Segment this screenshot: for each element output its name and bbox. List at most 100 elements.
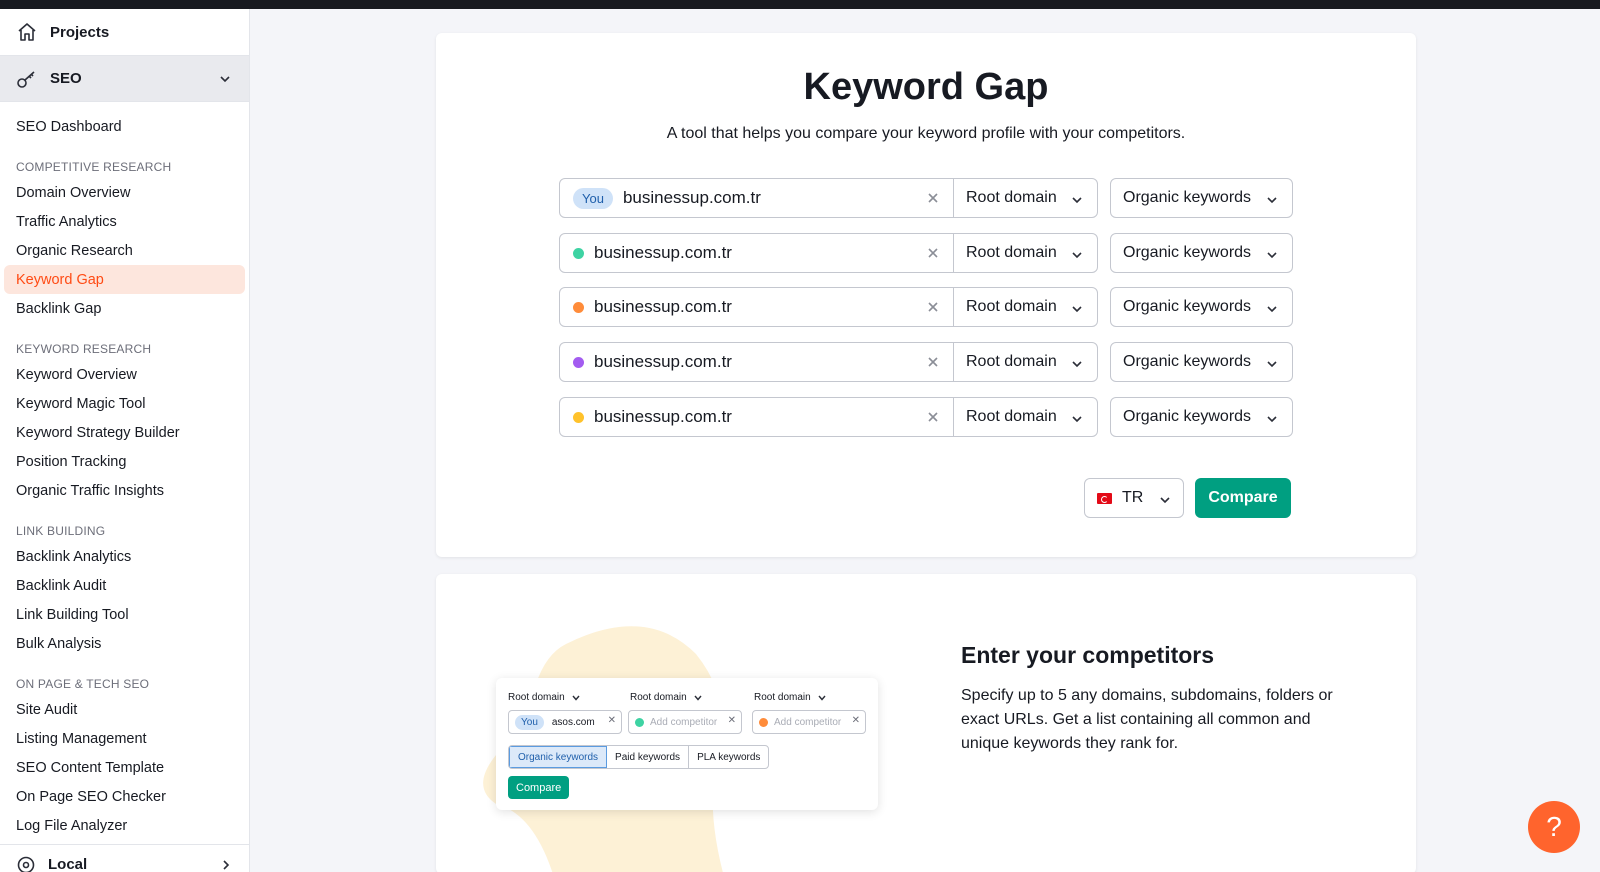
sidebar-item-link-building-tool[interactable]: Link Building Tool	[4, 600, 245, 629]
chevron-down-icon	[1160, 497, 1170, 504]
country-label: TR	[1122, 489, 1144, 506]
you-badge: You	[573, 187, 613, 209]
scope-select[interactable]: Root domain	[953, 398, 1097, 436]
sidebar-item-listing-management[interactable]: Listing Management	[4, 724, 245, 753]
help-button[interactable]: ?	[1528, 801, 1580, 853]
clear-icon[interactable]	[923, 297, 943, 317]
domain-value: businessup.com.tr	[594, 297, 732, 316]
turkey-flag-icon	[1097, 492, 1112, 504]
domain-input[interactable]: businessup.com.tr	[560, 288, 923, 326]
key-icon	[17, 70, 35, 88]
sidebar-item-keyword-magic-tool[interactable]: Keyword Magic Tool	[4, 389, 245, 418]
sidebar-item-projects[interactable]: Projects	[0, 9, 249, 55]
sidebar-item-backlink-gap[interactable]: Backlink Gap	[4, 294, 245, 323]
domain-input[interactable]: businessup.com.tr	[560, 343, 923, 381]
domain-row: businessup.com.tr Root domain Organic keyw…	[559, 287, 1293, 327]
domain-value: businessup.com.tr	[594, 243, 732, 262]
sidebar-item-keyword-overview[interactable]: Keyword Overview	[4, 360, 245, 389]
keyword-type-select[interactable]: Organic keywords	[1110, 287, 1293, 327]
domain-row: businessup.com.tr Root domain Organic keyw…	[559, 342, 1293, 382]
keyword-type-label: Organic keywords	[1123, 353, 1252, 370]
sidebar-item-backlink-audit[interactable]: Backlink Audit	[4, 571, 245, 600]
chevron-down-icon	[1267, 197, 1277, 204]
clear-icon[interactable]	[923, 352, 943, 372]
scope-select[interactable]: Root domain	[953, 179, 1097, 217]
keyword-type-select[interactable]: Organic keywords	[1110, 342, 1293, 382]
chevron-down-icon	[1072, 306, 1082, 313]
keyword-type-label: Organic keywords	[1123, 408, 1252, 425]
mini-competitor-field: Add competitor ✕	[628, 710, 742, 734]
sidebar-item-seo[interactable]: SEO	[0, 55, 249, 102]
keyword-type-select[interactable]: Organic keywords	[1110, 397, 1293, 437]
sidebar-section-title: COMPETITIVE RESEARCH	[16, 159, 172, 174]
scope-label: Root domain	[966, 189, 1057, 206]
info-title: Enter your competitors	[961, 642, 1215, 668]
sidebar-item-local[interactable]: Local	[0, 844, 249, 872]
sidebar-section-title: ON PAGE & TECH SEO	[16, 676, 150, 691]
competitor-dot-icon	[573, 356, 584, 368]
domain-field: businessup.com.tr Root domain	[559, 342, 1098, 382]
sidebar-item-on-page-seo-checker[interactable]: On Page SEO Checker	[4, 782, 245, 811]
mini-compare-button: Compare	[508, 776, 570, 799]
keyword-type-label: Organic keywords	[1123, 189, 1252, 206]
domain-input[interactable]: You businessup.com.tr	[560, 179, 923, 217]
scope-select[interactable]: Root domain	[953, 288, 1097, 326]
sidebar-item-organic-traffic-insights[interactable]: Organic Traffic Insights	[4, 476, 245, 505]
chevron-down-icon	[1267, 361, 1277, 368]
chevron-down-icon	[1072, 416, 1082, 423]
keyword-type-select[interactable]: Organic keywords	[1110, 178, 1293, 218]
scope-select[interactable]: Root domain	[953, 343, 1097, 381]
chevron-down-icon	[1267, 306, 1277, 313]
chevron-down-icon	[1072, 197, 1082, 204]
domain-row: businessup.com.tr Root domain Organic keyw…	[559, 397, 1293, 437]
sidebar-item-log-file-analyzer[interactable]: Log File Analyzer	[4, 811, 245, 840]
sidebar-item-organic-research[interactable]: Organic Research	[4, 236, 245, 265]
chevron-down-icon	[1267, 252, 1277, 259]
mini-competitor-field: Add competitor ✕	[752, 710, 866, 734]
compare-button[interactable]: Compare	[1195, 478, 1291, 518]
country-select[interactable]: TR	[1084, 478, 1184, 518]
sidebar-item-keyword-gap[interactable]: Keyword Gap	[4, 265, 245, 294]
close-icon: ✕	[727, 715, 736, 726]
home-icon	[18, 23, 36, 41]
chevron-down-icon	[1072, 361, 1082, 368]
domain-value: businessup.com.tr	[622, 188, 761, 207]
sidebar-item-seo-content-template[interactable]: SEO Content Template	[4, 753, 245, 782]
sidebar-item-label: Local	[48, 856, 88, 872]
chevron-down-icon	[694, 695, 702, 701]
sidebar-item-keyword-strategy-builder[interactable]: Keyword Strategy Builder	[4, 418, 245, 447]
sidebar: Projects SEO SEO Dashboard COMPETITIVE R…	[0, 9, 250, 872]
info-text: Specify up to 5 any domains, subdomains,…	[961, 687, 1333, 752]
sidebar-item-position-tracking[interactable]: Position Tracking	[4, 447, 245, 476]
clear-icon[interactable]	[923, 188, 943, 208]
sidebar-item-backlink-analytics[interactable]: Backlink Analytics	[4, 542, 245, 571]
scope-select[interactable]: Root domain	[953, 234, 1097, 272]
sidebar-item-domain-overview[interactable]: Domain Overview	[4, 178, 245, 207]
clear-icon[interactable]	[923, 243, 943, 263]
domain-field: You businessup.com.tr Root domain	[559, 178, 1098, 218]
domain-input[interactable]: businessup.com.tr	[560, 234, 923, 272]
keyword-type-select[interactable]: Organic keywords	[1110, 233, 1293, 273]
sidebar-item-site-audit[interactable]: Site Audit	[4, 695, 245, 724]
chevron-down-icon	[818, 695, 826, 701]
scope-label: Root domain	[966, 408, 1057, 425]
mini-you-badge: You	[515, 714, 544, 730]
clear-icon[interactable]	[923, 407, 943, 427]
page-subtitle: A tool that helps you compare your keywo…	[666, 125, 1186, 142]
mini-you-field: You asos.com ✕	[508, 710, 622, 734]
info-card: Root domain Root domain Root domain You …	[436, 574, 1416, 872]
mini-scope-2: Root domain	[630, 692, 703, 703]
keyword-gap-form-card: Keyword Gap A tool that helps you compar…	[436, 33, 1416, 557]
competitor-dot-icon	[573, 301, 584, 313]
sidebar-item-label: SEO	[50, 70, 82, 87]
sidebar-item-bulk-analysis[interactable]: Bulk Analysis	[4, 629, 245, 658]
mini-tab: Paid keywords	[607, 746, 690, 768]
sidebar-item-seo-dashboard[interactable]: SEO Dashboard	[4, 112, 245, 141]
page-title: Keyword Gap	[803, 66, 1049, 108]
mini-you-domain: asos.com	[551, 716, 595, 728]
domain-input[interactable]: businessup.com.tr	[560, 398, 923, 436]
mini-tab: Organic keywords	[509, 746, 608, 768]
mini-scope-label: Root domain	[630, 692, 687, 703]
mini-placeholder: Add competitor	[650, 716, 718, 728]
sidebar-item-traffic-analytics[interactable]: Traffic Analytics	[4, 207, 245, 236]
